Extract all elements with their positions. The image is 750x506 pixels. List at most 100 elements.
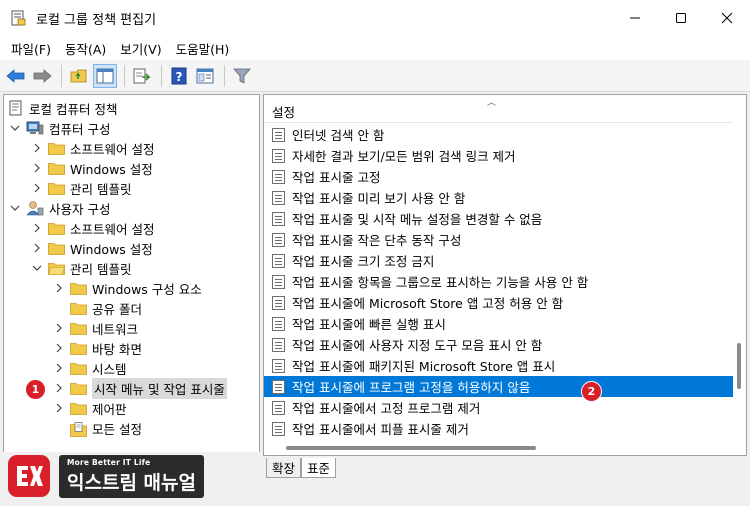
chevron-right-icon[interactable] [30,141,44,155]
help-button[interactable]: ? [167,64,191,88]
toolbar-separator [224,64,225,87]
tree-item-start-menu-taskbar[interactable]: 시작 메뉴 및 작업 표시줄 [52,377,227,399]
chevron-right-icon[interactable] [52,281,66,295]
chevron-down-icon[interactable] [8,121,22,135]
setting-row[interactable]: 작업 표시줄에 빠른 실행 표시 [264,313,734,334]
setting-row[interactable]: 인터넷 검색 안 함 [264,124,734,145]
tree-item-admin-templates[interactable]: 관리 템플릿 [30,178,131,198]
properties-button[interactable] [193,64,217,88]
setting-row[interactable]: 자세한 결과 보기/모든 범위 검색 링크 제거 [264,145,734,166]
policy-document-icon [9,100,22,116]
chevron-right-icon[interactable] [52,401,66,415]
menu-file[interactable]: 파일(F) [4,39,58,58]
settings-list-pane[interactable]: ︿ 설정 인터넷 검색 안 함 자세한 결과 보기/모든 범위 검색 링크 제거… [263,94,747,456]
close-icon [721,12,733,24]
tab-extended[interactable]: 확장 [266,458,302,478]
tab-standard[interactable]: 표준 [301,458,337,478]
setting-row[interactable]: 작업 표시줄에서 고정 프로그램 제거 [264,397,734,418]
chevron-right-icon[interactable] [30,161,44,175]
tree-item-user-config[interactable]: 사용자 구성 [8,198,110,218]
setting-label: 작업 표시줄에 프로그램 고정을 허용하지 않음 [292,380,531,395]
tree-label: Windows 구성 요소 [92,281,202,297]
column-header-settings[interactable]: ︿ 설정 [264,95,734,123]
policy-setting-icon [272,358,285,373]
filter-button[interactable] [230,64,254,88]
setting-label: 인터넷 검색 안 함 [292,128,385,143]
vertical-scroll-thumb[interactable] [737,343,741,389]
chevron-right-icon[interactable] [52,341,66,355]
setting-row-selected[interactable]: 작업 표시줄에 프로그램 고정을 허용하지 않음 [264,376,734,397]
chevron-right-icon[interactable] [52,381,66,395]
up-folder-button[interactable] [67,64,91,88]
setting-row[interactable]: 작업 표시줄 고정 [264,166,734,187]
tree-item-shared-folders[interactable]: 공유 폴더 [70,298,142,318]
tree-label: 바탕 화면 [92,341,142,357]
setting-label: 작업 표시줄 및 시작 메뉴 설정을 변경할 수 없음 [292,212,543,227]
setting-row[interactable]: 작업 표시줄 크기 조정 금지 [264,250,734,271]
tree-item-all-settings[interactable]: 모든 설정 [70,418,142,438]
maximize-button[interactable] [658,0,704,36]
column-header-label: 설정 [272,105,296,120]
tree-item-computer-config[interactable]: 컴퓨터 구성 [8,118,110,138]
tree-item-system[interactable]: 시스템 [52,358,127,378]
folder-icon [70,402,87,415]
tree-label: 소프트웨어 설정 [70,221,155,237]
export-list-button[interactable] [130,64,154,88]
folder-icon [48,142,65,155]
chevron-right-icon[interactable] [52,361,66,375]
policy-setting-icon [272,211,285,226]
tree-item-admin-templates[interactable]: 관리 템플릿 [30,258,131,278]
horizontal-scrollbar[interactable] [264,441,734,455]
step-badge-2: 2 [581,381,602,402]
setting-row[interactable]: 작업 표시줄에 사용자 지정 도구 모음 표시 안 함 [264,334,734,355]
tree-item-control-panel[interactable]: 제어판 [52,398,127,418]
chevron-right-icon[interactable] [30,241,44,255]
setting-label: 자세한 결과 보기/모든 범위 검색 링크 제거 [292,149,516,164]
policy-setting-icon [272,127,285,142]
tree-label: 공유 폴더 [92,301,142,317]
menu-view[interactable]: 보기(V) [113,39,168,58]
setting-row[interactable]: 작업 표시줄 작은 단추 동작 구성 [264,229,734,250]
policy-setting-icon [272,274,285,289]
folder-icon [48,162,65,175]
chevron-down-icon[interactable] [30,261,44,275]
setting-row[interactable]: 작업 표시줄에 Microsoft Store 앱 고정 허용 안 함 [264,292,734,313]
policy-setting-icon [272,379,285,394]
tree-item-software-settings[interactable]: 소프트웨어 설정 [30,218,154,238]
menu-help[interactable]: 도움말(H) [169,39,237,58]
chevron-right-icon[interactable] [30,221,44,235]
setting-row[interactable]: 작업 표시줄에서 피플 표시줄 제거 [264,418,734,439]
setting-row[interactable]: 작업 표시줄에 패키지된 Microsoft Store 앱 표시 [264,355,734,376]
tree-item-windows-components[interactable]: Windows 구성 요소 [52,278,202,298]
console-tree[interactable]: 로컬 컴퓨터 정책 컴퓨터 구성 소프트웨어 설정 Windows 설정 관리 … [3,94,260,480]
tree-item-windows-settings[interactable]: Windows 설정 [30,238,153,258]
chevron-down-icon[interactable] [8,201,22,215]
watermark-brand: More Better IT Life 익스트림 매뉴얼 [8,452,204,500]
menu-action[interactable]: 동작(A) [58,39,113,58]
setting-row[interactable]: 작업 표시줄 항목을 그룹으로 표시하는 기능을 사용 안 함 [264,271,734,292]
tree-root[interactable]: 로컬 컴퓨터 정책 [8,98,117,118]
setting-row[interactable]: 작업 표시줄 미리 보기 사용 안 함 [264,187,734,208]
show-hide-tree-button[interactable] [93,63,117,88]
setting-row[interactable]: 작업 표시줄 및 시작 메뉴 설정을 변경할 수 없음 [264,208,734,229]
properties-icon [196,68,214,83]
step-badge-1: 1 [25,379,46,400]
tree-item-software-settings[interactable]: 소프트웨어 설정 [30,138,154,158]
close-button[interactable] [704,0,750,36]
brand-name: 익스트림 매뉴얼 [67,471,196,494]
sort-ascending-icon: ︿ [487,98,497,108]
policy-setting-icon [272,253,285,268]
folder-icon [70,322,87,335]
back-button[interactable] [4,64,28,88]
forward-button[interactable] [30,64,54,88]
tree-item-network[interactable]: 네트워크 [52,318,138,338]
chevron-right-icon[interactable] [30,181,44,195]
setting-label: 작업 표시줄에서 피플 표시줄 제거 [292,422,469,437]
horizontal-scroll-thumb[interactable] [286,446,536,450]
toolbar-separator [124,64,125,87]
minimize-button[interactable] [612,0,658,36]
chevron-right-icon[interactable] [52,321,66,335]
tree-item-desktop[interactable]: 바탕 화면 [52,338,142,358]
vertical-scrollbar[interactable] [733,95,746,455]
tree-item-windows-settings[interactable]: Windows 설정 [30,158,153,178]
